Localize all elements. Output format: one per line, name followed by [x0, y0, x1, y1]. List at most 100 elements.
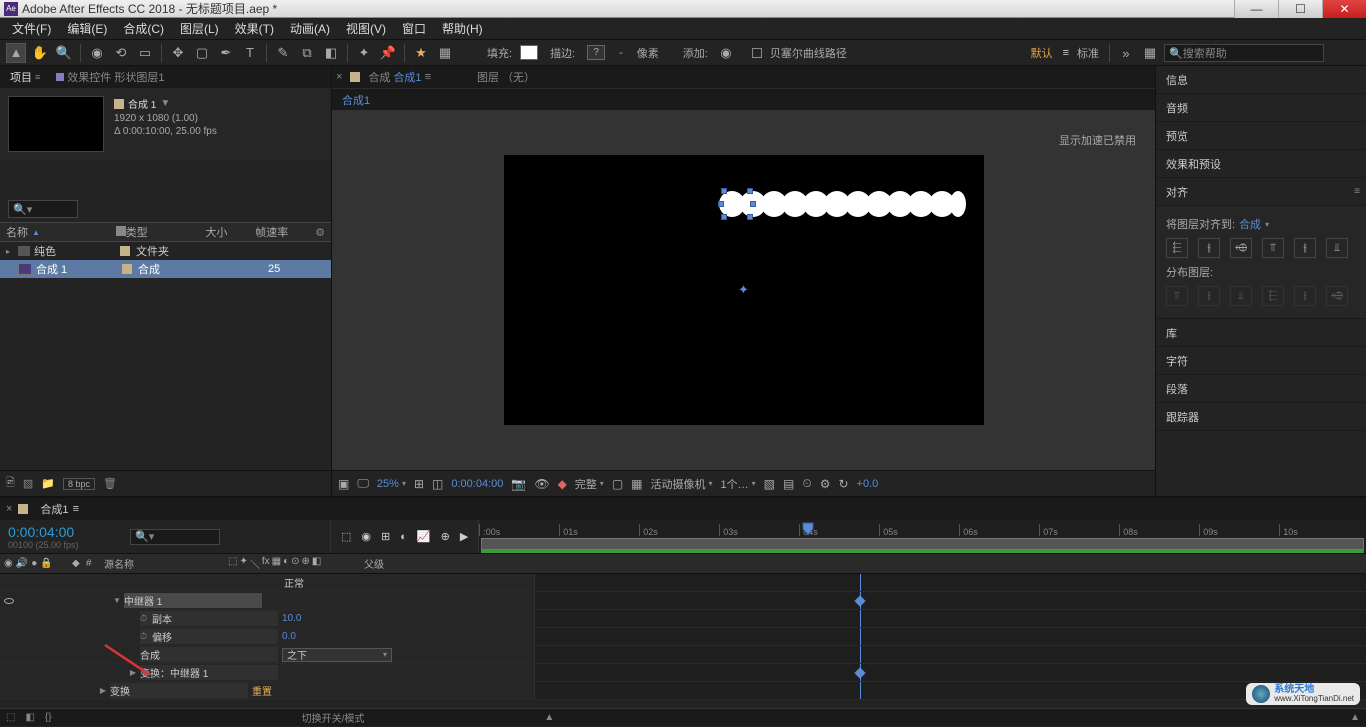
- menu-window[interactable]: 窗口: [394, 18, 434, 39]
- draft3d-icon[interactable]: ◉: [361, 530, 371, 543]
- timeline-search[interactable]: 🔍▾: [130, 529, 220, 545]
- twirl-right-icon[interactable]: ▶: [126, 668, 140, 677]
- brainstorm-icon[interactable]: ⊕: [441, 530, 450, 543]
- flowchart-icon[interactable]: ⚙: [820, 477, 831, 491]
- timeline-close[interactable]: ×: [6, 503, 12, 515]
- comp-thumbnail[interactable]: [8, 96, 104, 152]
- bezier-checkbox[interactable]: [752, 48, 762, 58]
- render-queue-icon[interactable]: ▶: [460, 530, 468, 543]
- help-search-input[interactable]: 🔍 搜索帮助: [1164, 44, 1324, 62]
- channel-red-icon[interactable]: ◆: [558, 477, 567, 491]
- col-fps[interactable]: 帧速率: [255, 224, 315, 240]
- layer-row-copies[interactable]: ⏱副本 10.0: [0, 610, 1366, 628]
- panel-layout-icon[interactable]: ▦: [1140, 43, 1160, 63]
- frameblend-icon[interactable]: ⊞: [381, 530, 390, 543]
- views-dropdown[interactable]: 1个…▾: [721, 476, 756, 492]
- new-folder-icon[interactable]: 📁: [41, 477, 55, 490]
- col-source-name[interactable]: 源名称: [104, 556, 224, 571]
- panel-library[interactable]: 库: [1156, 319, 1366, 347]
- motionblur-icon[interactable]: ◐: [400, 531, 407, 543]
- layer-row-composite[interactable]: 合成 之下▾: [0, 646, 1366, 664]
- hand-tool[interactable]: ✋: [30, 43, 50, 63]
- composition-viewer[interactable]: ✦: [332, 110, 1155, 470]
- project-row-solids[interactable]: ▸ 纯色 文件夹: [0, 242, 331, 260]
- timeline-timecode-area[interactable]: 0:00:04:00 00100 (25.00 fps): [0, 520, 130, 553]
- menu-edit[interactable]: 编辑(E): [59, 18, 115, 39]
- col-number[interactable]: #: [86, 558, 104, 569]
- resolution-dropdown[interactable]: 完整▾: [575, 476, 604, 492]
- add-button[interactable]: ◉: [716, 43, 736, 63]
- align-h-center[interactable]: ⫲: [1198, 238, 1220, 258]
- shape-layer-repeater[interactable]: [724, 191, 966, 217]
- text-tool[interactable]: T: [240, 43, 260, 63]
- tab-composition-viewer[interactable]: 合成 合成1 ≡: [368, 69, 431, 85]
- panel-paragraph[interactable]: 段落: [1156, 375, 1366, 403]
- grid-icon[interactable]: ▦: [435, 43, 455, 63]
- col-flow-icon[interactable]: ⚙: [315, 226, 325, 239]
- graph-editor-icon[interactable]: 📈: [417, 530, 431, 543]
- timeline-tab-comp[interactable]: 合成1 ≡: [34, 499, 85, 519]
- close-button[interactable]: ✕: [1322, 0, 1366, 18]
- footer-toggle-blur[interactable]: {}: [45, 712, 52, 723]
- panel-align-header[interactable]: 对齐≡: [1156, 178, 1366, 206]
- shape-tool[interactable]: ▢: [192, 43, 212, 63]
- roto-tool[interactable]: ✦: [354, 43, 374, 63]
- transparency-grid-icon[interactable]: ▦: [631, 477, 642, 491]
- composite-dropdown[interactable]: 之下▾: [282, 648, 392, 662]
- layer-row-mode[interactable]: 正常: [0, 574, 1366, 592]
- resolution-icon[interactable]: ⊞: [414, 477, 424, 491]
- workspace-default[interactable]: 默认: [1031, 45, 1053, 61]
- stroke-swatch[interactable]: ?: [587, 45, 605, 60]
- layer-row-transform-repeater[interactable]: ▶ 变换：中继器 1: [0, 664, 1366, 682]
- panel-tracker[interactable]: 跟踪器: [1156, 403, 1366, 431]
- toggle-switches-modes[interactable]: 切换开关/模式: [302, 710, 365, 725]
- anchor-tool[interactable]: ✥: [168, 43, 188, 63]
- project-search[interactable]: 🔍▾: [8, 200, 78, 218]
- tab-project[interactable]: 项目≡: [4, 67, 46, 87]
- playhead[interactable]: [802, 522, 814, 536]
- footer-toggle-frame[interactable]: ◧: [25, 712, 34, 723]
- visibility-toggle[interactable]: [4, 598, 14, 604]
- col-parent[interactable]: 父级: [364, 556, 494, 571]
- eraser-tool[interactable]: ◧: [321, 43, 341, 63]
- timeline-ruler[interactable]: :00s 01s 02s 03s 04s 05s 06s 07s 08s 09s…: [479, 520, 1366, 553]
- selection-tool[interactable]: ▲: [6, 43, 26, 63]
- reset-link[interactable]: 重置: [252, 687, 272, 698]
- fast-previews-icon[interactable]: ▤: [783, 477, 794, 491]
- align-bottom[interactable]: ⫫: [1326, 238, 1348, 258]
- workspace-standard[interactable]: 标准: [1077, 45, 1099, 61]
- current-timecode[interactable]: 0:00:04:00: [8, 524, 122, 540]
- roi-icon[interactable]: ▢: [612, 477, 623, 491]
- show-snapshot-icon[interactable]: 👁: [534, 477, 549, 491]
- work-area-bar[interactable]: [481, 538, 1364, 550]
- stopwatch-icon[interactable]: ⏱: [140, 631, 147, 642]
- align-v-center[interactable]: ⫲: [1294, 238, 1316, 258]
- comp-flowchart-tab[interactable]: 合成1: [332, 88, 1155, 110]
- minimize-button[interactable]: —: [1234, 0, 1278, 18]
- footer-toggle-shy[interactable]: ⬚: [6, 712, 15, 723]
- fill-swatch[interactable]: [520, 45, 538, 60]
- puppet-tool[interactable]: 📌: [378, 43, 398, 63]
- mask-icon[interactable]: ◫: [432, 477, 443, 491]
- workspace-menu[interactable]: ≡: [1063, 47, 1069, 59]
- align-target-dropdown[interactable]: 合成: [1239, 216, 1261, 232]
- layer-row-transform[interactable]: ▶ 变换 重置: [0, 682, 1366, 700]
- menu-layer[interactable]: 图层(L): [172, 18, 227, 39]
- col-type[interactable]: 类型: [126, 224, 206, 240]
- layer-anchor-point[interactable]: ✦: [738, 282, 749, 298]
- shy-icon[interactable]: ⬚: [341, 530, 351, 543]
- rotate-tool[interactable]: ⟲: [111, 43, 131, 63]
- menu-file[interactable]: 文件(F): [4, 18, 59, 39]
- zoom-dropdown[interactable]: 25%▾: [377, 478, 406, 490]
- stroke-width[interactable]: -: [619, 47, 623, 59]
- project-row-comp[interactable]: 合成 1 合成 25: [0, 260, 331, 278]
- clone-tool[interactable]: ⧉: [297, 43, 317, 63]
- panel-info[interactable]: 信息: [1156, 66, 1366, 94]
- align-left[interactable]: ⬱: [1166, 238, 1188, 258]
- reset-exposure-icon[interactable]: ↻: [838, 477, 848, 491]
- always-preview-icon[interactable]: ▣: [338, 477, 349, 491]
- tab-effect-controls[interactable]: 效果控件 形状图层1: [50, 67, 170, 87]
- new-comp-icon[interactable]: ▧: [23, 477, 33, 490]
- menu-view[interactable]: 视图(V): [338, 18, 394, 39]
- interpret-footage-icon[interactable]: 🖻: [6, 474, 15, 493]
